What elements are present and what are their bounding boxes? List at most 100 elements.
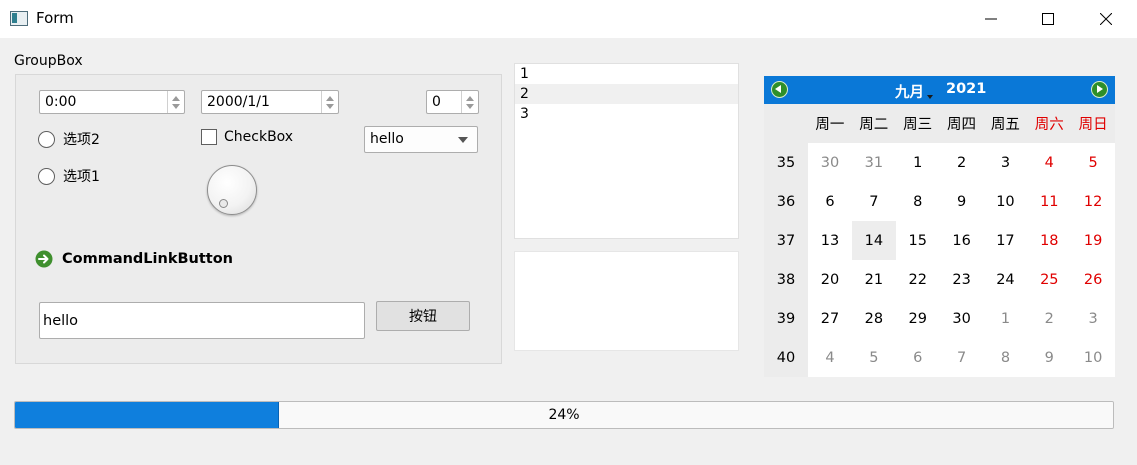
calendar-day-cell[interactable]: 9 [940,182,984,221]
month-dropdown-icon[interactable] [927,95,933,99]
calendar-day-cell[interactable]: 6 [896,338,940,377]
weekday-header: 周二 [859,117,889,133]
list-widget[interactable]: 1 2 3 [514,63,739,239]
calendar-day-cell[interactable]: 1 [983,299,1027,338]
week-number: 40 [776,349,796,366]
next-month-icon[interactable] [1091,81,1108,98]
dial-knob[interactable] [207,165,257,215]
progress-bar: 24% [14,401,1114,429]
window-title: Form [36,9,74,27]
calendar-day-cell[interactable]: 11 [1027,182,1071,221]
calendar-day-cell[interactable]: 8 [983,338,1027,377]
calendar-day-cell[interactable]: 5 [1071,143,1115,182]
calendar-day-cell[interactable]: 4 [808,338,852,377]
date-edit-arrows[interactable] [321,91,338,113]
previous-month-icon[interactable] [771,81,788,98]
calendar-day-cell[interactable]: 12 [1071,182,1115,221]
calendar-day-cell[interactable]: 16 [940,221,984,260]
chevron-down-icon[interactable] [458,137,468,143]
weekday-header: 周四 [947,117,976,133]
calendar-day-cell[interactable]: 7 [940,338,984,377]
calendar-day-cell[interactable]: 2 [1027,299,1071,338]
calendar-day-cell[interactable]: 22 [896,260,940,299]
calendar-day-cell[interactable]: 29 [896,299,940,338]
calendar-day-cell[interactable]: 15 [896,221,940,260]
calendar-day-cell[interactable]: 31 [852,143,896,182]
calendar-day-cell[interactable]: 2 [940,143,984,182]
calendar-day-cell[interactable]: 6 [808,182,852,221]
radio-option-2[interactable]: 选项2 [38,129,100,149]
spinbox-value: 0 [432,94,441,110]
command-link-button[interactable]: CommandLinkButton [35,250,233,268]
spin-down-icon[interactable] [172,103,180,109]
calendar-day-cell[interactable]: 7 [852,182,896,221]
calendar-day-cell[interactable]: 3 [1071,299,1115,338]
radio-circle[interactable] [38,130,55,148]
calendar-day-cell[interactable]: 4 [1027,143,1071,182]
calendar-day-cell[interactable]: 24 [983,260,1027,299]
week-number: 37 [776,232,796,249]
weekday-header: 周五 [990,117,1020,133]
weekday-header: 周三 [903,117,933,133]
spin-up-icon[interactable] [466,95,474,101]
dial-notch [219,199,228,208]
radio-option-1[interactable]: 选项1 [38,166,100,186]
calendar-day-cell[interactable]: 17 [983,221,1027,260]
close-button[interactable] [1077,0,1135,38]
calendar-widget[interactable]: 九月 2021 周一 周二 周三 周四 周五 周六 周日 35 30 31 1 2 3 4 5 36 6 7 8 9 1… [764,76,1115,377]
calendar-day-cell[interactable]: 14 [851,221,896,260]
text-edit[interactable] [514,251,739,351]
combobox[interactable]: hello [364,126,478,153]
push-button[interactable]: 按钮 [376,301,470,331]
calendar-day-cell[interactable]: 25 [1027,260,1071,299]
spin-up-icon[interactable] [172,95,180,101]
spin-up-icon[interactable] [326,95,334,101]
calendar-day-cell[interactable]: 9 [1027,338,1071,377]
calendar-day-cell[interactable]: 3 [983,143,1027,182]
date-edit[interactable]: 2000/1/1 [201,90,339,114]
spin-down-icon[interactable] [326,103,334,109]
spinbox[interactable]: 0 [426,90,479,114]
radio-circle[interactable] [38,167,55,185]
checkbox[interactable]: CheckBox [201,129,293,145]
calendar-day-cell[interactable]: 1 [896,143,940,182]
weekday-header: 周六 [1034,117,1064,133]
list-item[interactable]: 1 [515,64,738,84]
calendar-day-cell[interactable]: 27 [808,299,852,338]
calendar-month[interactable]: 九月 [895,81,924,102]
checkbox-box[interactable] [201,129,217,145]
calendar-day-cell[interactable]: 21 [852,260,896,299]
calendar-day-cell[interactable]: 23 [940,260,984,299]
list-item[interactable]: 2 [515,84,738,104]
close-icon [1100,13,1112,25]
week-number: 39 [776,310,796,327]
calendar-day-cell[interactable]: 30 [808,143,852,182]
minimize-button[interactable] [962,0,1020,38]
calendar-day-cell[interactable]: 8 [896,182,940,221]
radio-option-2-label: 选项2 [63,132,100,148]
progress-label: 24% [548,407,580,423]
calendar-year[interactable]: 2021 [946,81,986,97]
time-edit-arrows[interactable] [167,91,184,113]
line-edit[interactable]: hello [39,302,365,339]
radio-option-1-label: 选项1 [63,169,100,185]
calendar-day-cell[interactable]: 10 [1071,338,1115,377]
week-number: 38 [776,271,796,288]
calendar-day-cell[interactable]: 30 [940,299,984,338]
spin-down-icon[interactable] [466,103,474,109]
time-edit[interactable]: 0:00 [39,90,185,114]
list-item[interactable]: 3 [515,104,738,124]
push-button-label: 按钮 [409,309,437,325]
groupbox-title: GroupBox [14,53,83,69]
calendar-day-cell[interactable]: 5 [852,338,896,377]
app-window-icon [10,11,28,26]
calendar-day-cell[interactable]: 26 [1071,260,1115,299]
calendar-day-cell[interactable]: 20 [808,260,852,299]
spinbox-arrows[interactable] [461,91,478,113]
maximize-button[interactable] [1019,0,1077,38]
calendar-day-cell[interactable]: 18 [1027,221,1071,260]
calendar-day-cell[interactable]: 28 [852,299,896,338]
calendar-day-cell[interactable]: 19 [1071,221,1115,260]
calendar-day-cell[interactable]: 13 [808,221,852,260]
calendar-day-cell[interactable]: 10 [983,182,1027,221]
